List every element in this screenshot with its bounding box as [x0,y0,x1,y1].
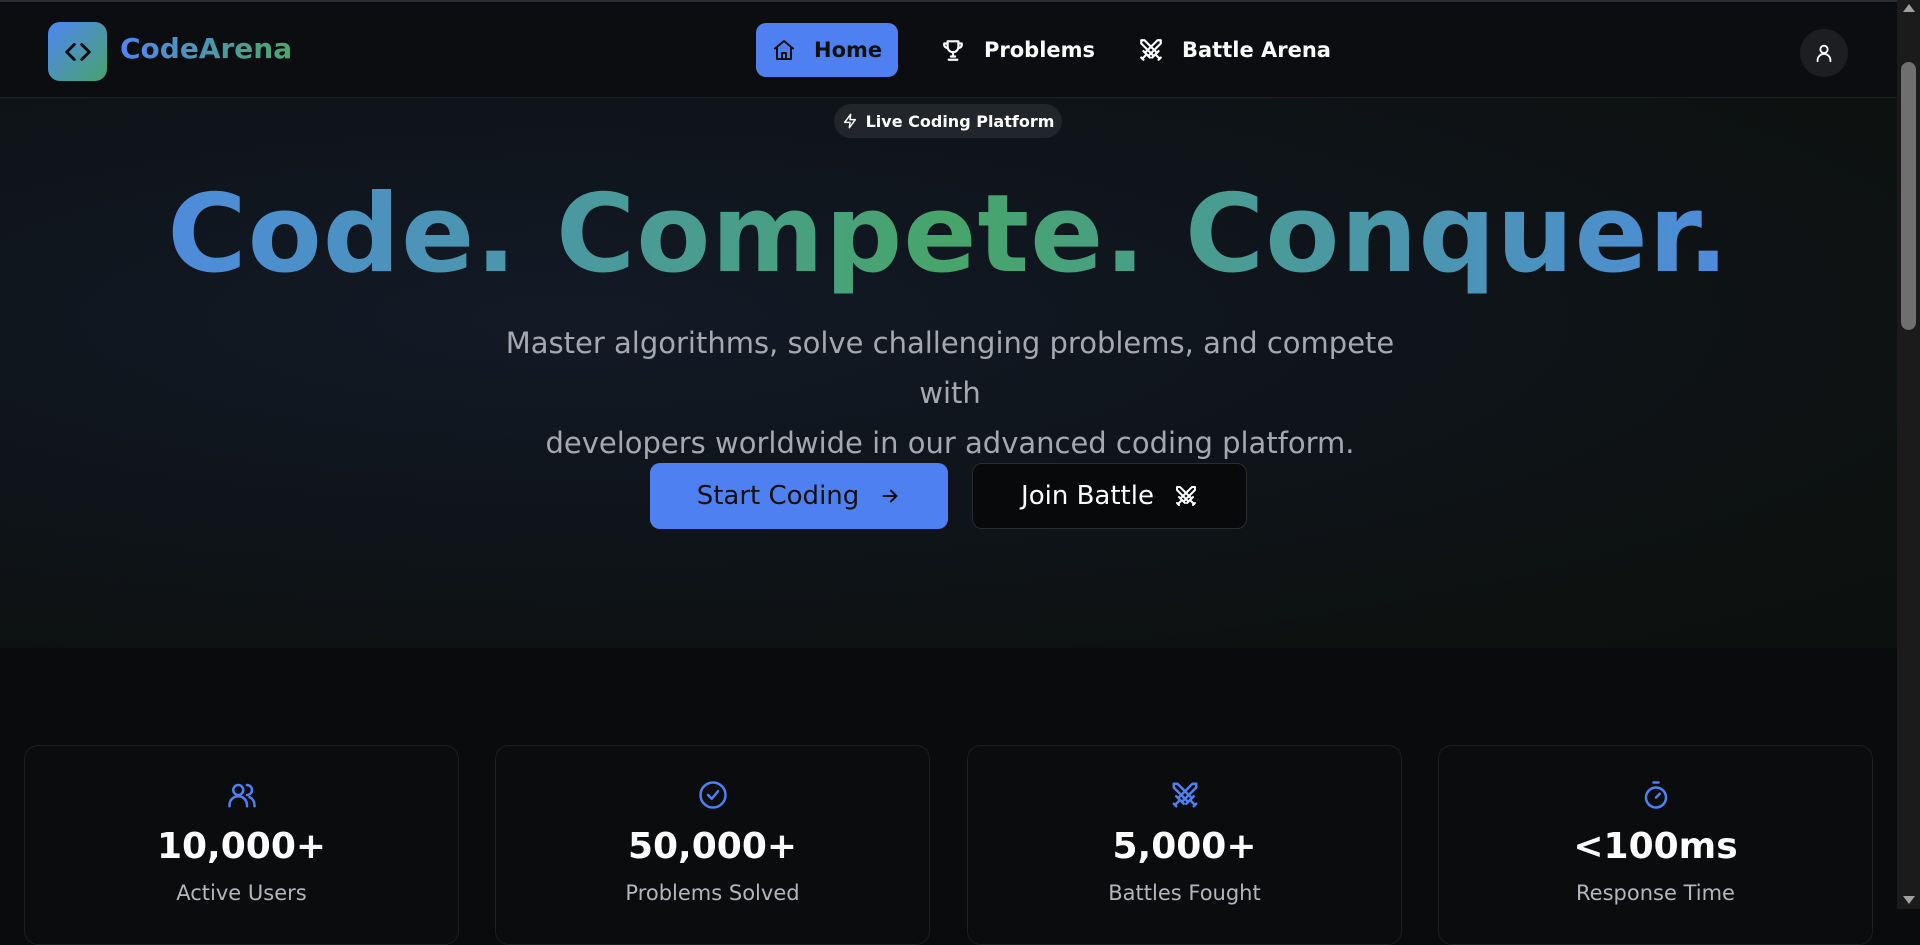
arrow-right-icon [882,489,898,503]
hero-subtitle: Master algorithms, solve challenging pro… [500,318,1400,468]
stat-card-users: 10,000+ Active Users [24,745,459,945]
crossed-swords-icon [1140,39,1162,61]
stat-value: 10,000+ [156,826,327,867]
live-badge: Live Coding Platform [834,104,1062,138]
top-navbar: CodeArena Home Problems Battle Arena [0,0,1897,98]
scroll-down-arrow-icon[interactable] [1903,896,1915,904]
hero-subtitle-line-2: developers worldwide in our advanced cod… [545,426,1355,460]
nav-battle-arena-label: Battle Arena [1182,38,1331,62]
code-brackets-icon [64,42,91,61]
stat-label: Response Time [1576,881,1735,905]
crossed-swords-icon [1175,486,1196,506]
nav-home[interactable]: Home [756,23,898,77]
start-coding-button[interactable]: Start Coding [650,463,948,529]
hero-title: Code. Compete. Conquer. [0,172,1897,297]
stat-label: Battles Fought [1108,881,1261,905]
user-icon [1816,44,1832,63]
stat-card-problems: 50,000+ Problems Solved [495,745,930,945]
nav-battle-arena[interactable]: Battle Arena [1134,23,1334,77]
join-battle-button[interactable]: Join Battle [972,463,1247,529]
users-icon [227,783,256,808]
logo[interactable] [48,22,107,81]
stat-label: Active Users [176,881,307,905]
home-icon [774,40,794,60]
brand-name[interactable]: CodeArena [120,32,292,65]
start-coding-label: Start Coding [696,481,860,511]
scrollbar-thumb[interactable] [1901,62,1916,330]
stat-label: Problems Solved [625,881,800,905]
stat-value: <100ms [1573,826,1738,867]
join-battle-label: Join Battle [1021,481,1154,511]
nav-problems-label: Problems [984,38,1096,62]
stat-card-response-time: <100ms Response Time [1438,745,1873,945]
nav-home-label: Home [814,38,883,62]
stat-value: 50,000+ [627,826,798,867]
stat-card-battles: 5,000+ Battles Fought [967,745,1402,945]
trophy-icon [943,40,963,61]
lightning-icon [843,113,856,129]
crossed-swords-icon [1172,782,1197,808]
hero-subtitle-line-1: Master algorithms, solve challenging pro… [505,326,1395,410]
scroll-up-arrow-icon[interactable] [1903,4,1915,12]
live-badge-label: Live Coding Platform [865,111,1055,131]
stat-value: 5,000+ [1112,826,1257,867]
check-circle-icon [698,781,727,809]
timer-icon [1644,781,1667,809]
nav-problems[interactable]: Problems [936,23,1106,77]
profile-button[interactable] [1800,29,1848,77]
